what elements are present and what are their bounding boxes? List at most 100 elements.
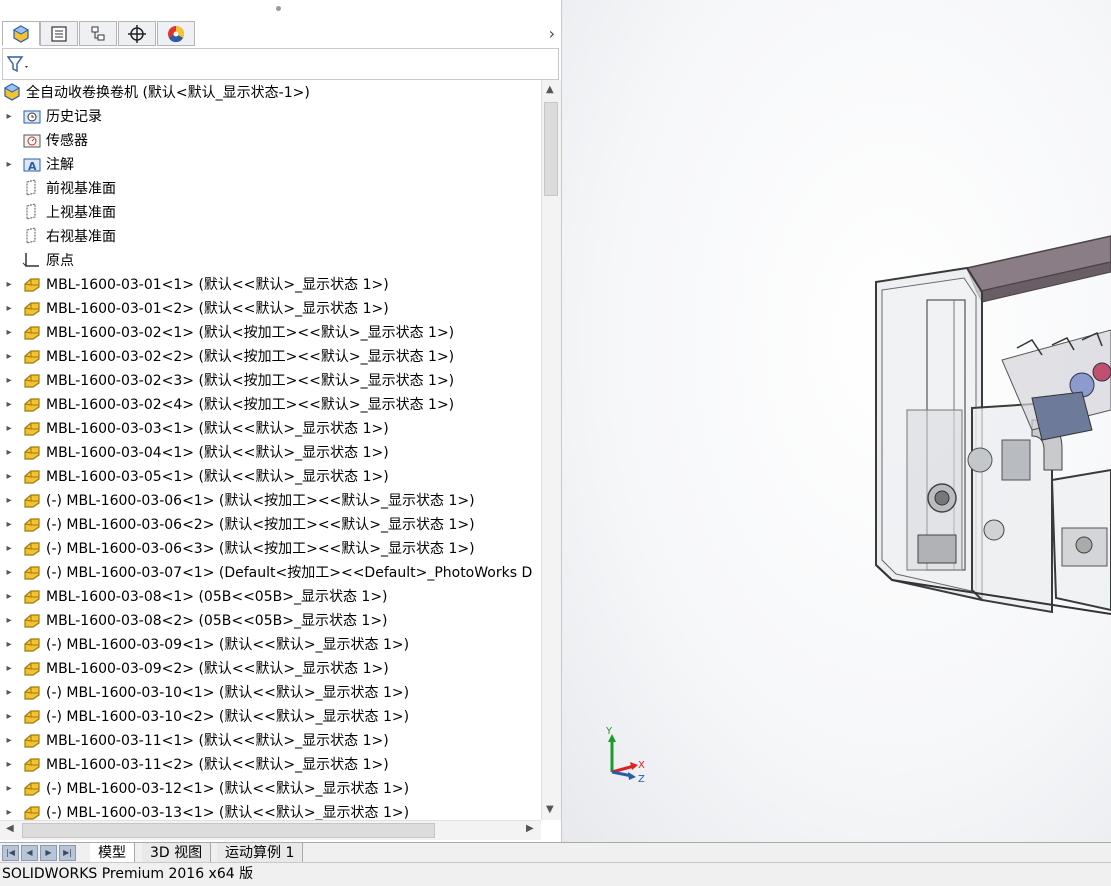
expand-arrow-icon[interactable]: ▸ [4, 159, 14, 170]
part-icon [24, 542, 40, 556]
first-tab-icon[interactable]: |◀ [2, 845, 19, 861]
tree-horizontal-scrollbar[interactable]: ◀ ▶ [0, 820, 541, 840]
tree-item-component[interactable]: ▸ (-) MBL-1600-03-06<2> (默认<按加工><<默认>_显示状… [0, 512, 474, 536]
tree-item-component[interactable]: ▸ MBL-1600-03-08<2> (05B<<05B>_显示状态 1>) [0, 608, 387, 632]
tree-item-label: 前视基准面 [46, 181, 116, 197]
tree-vertical-scrollbar[interactable]: ▲ ▼ [541, 80, 561, 820]
tree-item-component[interactable]: ▸ (-) MBL-1600-03-10<2> (默认<<默认>_显示状态 1>) [0, 704, 409, 728]
tree-item-component[interactable]: ▸ (-) MBL-1600-03-09<1> (默认<<默认>_显示状态 1>) [0, 632, 409, 656]
tree-item-component[interactable]: ▸ MBL-1600-03-01<1> (默认<<默认>_显示状态 1>) [0, 272, 388, 296]
part-icon [24, 638, 40, 652]
tree-item-component[interactable]: ▸ (-) MBL-1600-03-06<3> (默认<按加工><<默认>_显示状… [0, 536, 474, 560]
tree-item[interactable]: 传感器 [0, 128, 88, 152]
expand-arrow-icon[interactable]: ▸ [4, 807, 14, 818]
tree-item-component[interactable]: ▸ MBL-1600-03-09<2> (默认<<默认>_显示状态 1>) [0, 656, 389, 680]
prev-tab-icon[interactable]: ◀ [21, 845, 38, 861]
expand-arrow-icon[interactable]: ▸ [4, 591, 14, 602]
tree-root[interactable]: 全自动收卷换卷机 (默认<默认_显示状态-1>) [0, 80, 310, 104]
expand-arrow-icon[interactable]: ▸ [4, 687, 14, 698]
tree-item-label: (-) MBL-1600-03-10<2> (默认<<默认>_显示状态 1>) [46, 709, 410, 725]
tree-item-component[interactable]: ▸ MBL-1600-03-01<2> (默认<<默认>_显示状态 1>) [0, 296, 389, 320]
part-icon [24, 422, 40, 436]
tree-item-component[interactable]: ▸ MBL-1600-03-11<1> (默认<<默认>_显示状态 1>) [0, 728, 388, 752]
scroll-down-icon[interactable]: ▼ [546, 804, 554, 815]
vertical-scroll-thumb[interactable] [544, 102, 558, 196]
tree-item-component[interactable]: ▸ MBL-1600-03-02<4> (默认<按加工><<默认>_显示状态 1>… [0, 392, 454, 416]
tree-item[interactable]: 右视基准面 [0, 224, 116, 248]
tree-item-component[interactable]: ▸ (-) MBL-1600-03-07<1> (Default<按加工><<De… [0, 560, 532, 584]
tree-item-label: MBL-1600-03-01<2> (默认<<默认>_显示状态 1>) [46, 301, 389, 317]
scroll-left-icon[interactable]: ◀ [6, 823, 14, 834]
expand-arrow-icon[interactable]: ▸ [4, 495, 14, 506]
tree-item-component[interactable]: ▸ (-) MBL-1600-03-06<1> (默认<按加工><<默认>_显示状… [0, 488, 474, 512]
expand-arrow-icon[interactable]: ▸ [4, 399, 14, 410]
expand-arrow-icon[interactable]: ▸ [4, 447, 14, 458]
tree-item-component[interactable]: ▸ MBL-1600-03-04<1> (默认<<默认>_显示状态 1>) [0, 440, 388, 464]
tree-item-component[interactable]: ▸ MBL-1600-03-11<2> (默认<<默认>_显示状态 1>) [0, 752, 388, 776]
dimxpert-tab[interactable] [118, 21, 156, 46]
tree-item-label: 注解 [46, 157, 74, 173]
expand-arrow-icon[interactable]: ▸ [4, 111, 14, 122]
tree-item-component[interactable]: ▸ (-) MBL-1600-03-10<1> (默认<<默认>_显示状态 1>) [0, 680, 409, 704]
expand-arrow-icon[interactable]: ▸ [4, 639, 14, 650]
tree-item[interactable]: 上视基准面 [0, 200, 116, 224]
expand-arrow-icon[interactable]: ▸ [4, 471, 14, 482]
next-tab-icon[interactable]: ▶ [40, 845, 57, 861]
expand-arrow-icon[interactable]: ▸ [4, 711, 14, 722]
history-folder-icon [23, 110, 41, 124]
tree-item-component[interactable]: ▸ MBL-1600-03-02<3> (默认<按加工><<默认>_显示状态 1>… [0, 368, 454, 392]
expand-arrow-icon[interactable]: ▸ [4, 735, 14, 746]
tab-3d-view[interactable]: 3D 视图 [142, 843, 212, 863]
expand-arrow-icon[interactable]: ▸ [4, 519, 14, 530]
tree-item-component[interactable]: ▸ MBL-1600-03-02<1> (默认<按加工><<默认>_显示状态 1>… [0, 320, 454, 344]
scroll-right-icon[interactable]: ▶ [526, 823, 534, 834]
expand-arrow-icon[interactable]: ▸ [4, 351, 14, 362]
configuration-icon [91, 26, 105, 40]
graphics-viewport[interactable]: Y X Z [562, 0, 1111, 842]
tab-model[interactable]: 模型 [90, 843, 135, 863]
expand-arrow-icon[interactable]: ▸ [4, 783, 14, 794]
property-manager-tab[interactable] [40, 21, 78, 46]
feature-manager-tab[interactable] [2, 21, 40, 46]
tree-item-component[interactable]: ▸ MBL-1600-03-08<1> (05B<<05B>_显示状态 1>) [0, 584, 387, 608]
tree-item-label: (-) MBL-1600-03-07<1> (Default<按加工><<Def… [46, 565, 533, 581]
expand-arrow-icon[interactable]: ▸ [4, 327, 14, 338]
expand-arrow-icon[interactable]: ▸ [4, 567, 14, 578]
scroll-up-icon[interactable]: ▲ [546, 84, 554, 95]
expand-arrow-icon[interactable]: ▸ [4, 615, 14, 626]
part-icon [24, 518, 40, 532]
expand-arrow-icon[interactable]: ▸ [4, 759, 14, 770]
expand-arrow-icon[interactable]: ▸ [4, 303, 14, 314]
status-bar: SOLIDWORKS Premium 2016 x64 版 [0, 862, 1111, 886]
expand-arrow-icon[interactable]: ▸ [4, 663, 14, 674]
tree-item-label: 原点 [46, 253, 74, 269]
tree-item-component[interactable]: ▸ (-) MBL-1600-03-13<1> (默认<<默认>_显示状态 1>) [0, 800, 409, 820]
panel-tabbar: › [0, 20, 561, 47]
tree-item[interactable]: 原点 [0, 248, 74, 272]
panel-grip[interactable] [276, 6, 281, 11]
expand-arrow-icon[interactable]: ▸ [4, 375, 14, 386]
filter-bar[interactable] [2, 48, 559, 80]
last-tab-icon[interactable]: ▶| [59, 845, 76, 861]
part-icon [24, 446, 40, 460]
tree-item-label: MBL-1600-03-02<3> (默认<按加工><<默认>_显示状态 1>) [46, 373, 455, 389]
tree-item[interactable]: ▸ 历史记录 [0, 104, 102, 128]
tree-item[interactable]: 前视基准面 [0, 176, 116, 200]
expand-arrow-icon[interactable]: ▸ [4, 279, 14, 290]
display-manager-tab[interactable] [157, 21, 195, 46]
expand-arrow-icon[interactable]: ▸ [4, 423, 14, 434]
configuration-manager-tab[interactable] [79, 21, 117, 46]
tab-motion-study[interactable]: 运动算例 1 [217, 843, 304, 863]
horizontal-scroll-thumb[interactable] [22, 823, 435, 838]
origin-icon [22, 253, 39, 267]
expand-arrow-icon[interactable]: ▸ [4, 543, 14, 554]
tree-item-component[interactable]: ▸ MBL-1600-03-03<1> (默认<<默认>_显示状态 1>) [0, 416, 388, 440]
tree-item-label: MBL-1600-03-09<2> (默认<<默认>_显示状态 1>) [46, 661, 389, 677]
tree-item[interactable]: ▸ A 注解 [0, 152, 74, 176]
tree-item-component[interactable]: ▸ (-) MBL-1600-03-12<1> (默认<<默认>_显示状态 1>) [0, 776, 409, 800]
tree-item-component[interactable]: ▸ MBL-1600-03-02<2> (默认<按加工><<默认>_显示状态 1>… [0, 344, 454, 368]
tab-scroll-right-icon[interactable]: › [549, 24, 555, 43]
filter-icon[interactable] [7, 55, 31, 73]
tree-item-component[interactable]: ▸ MBL-1600-03-05<1> (默认<<默认>_显示状态 1>) [0, 464, 388, 488]
feature-tree: 全自动收卷换卷机 (默认<默认_显示状态-1>) ▸ 历史记录 传感器 ▸ A 注解前视基… [0, 80, 541, 820]
